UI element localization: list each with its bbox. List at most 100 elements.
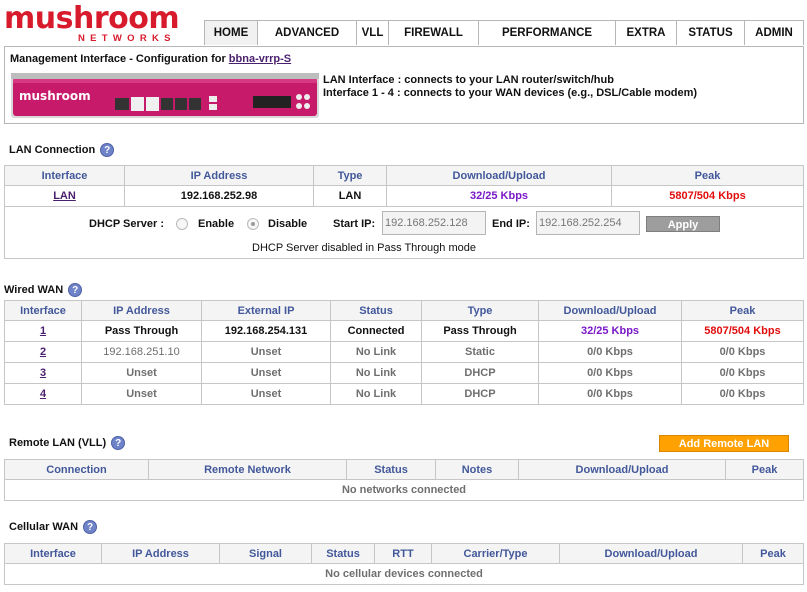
lan-peak-cell: 5807/504 Kbps [611, 185, 804, 207]
wan-external-ip-cell: 192.168.254.131 [201, 320, 331, 342]
wired-wan-table: Interface IP Address External IP Status … [4, 300, 804, 405]
empty-state: No cellular devices connected [4, 563, 804, 585]
wan-interface-link[interactable]: 3 [40, 367, 46, 379]
dhcp-disable-label: Disable [268, 218, 308, 230]
wan-external-ip-cell: Unset [201, 341, 331, 363]
table-row: 1 Pass Through 192.168.254.131 Connected… [4, 320, 804, 342]
table-header-row: Connection Remote Network Status Notes D… [4, 459, 804, 480]
remote-lan-heading: Remote LAN (VLL) ? [9, 436, 126, 450]
wan-interface-cell: 1 [4, 320, 82, 342]
wan-peak-cell: 5807/504 Kbps [681, 320, 804, 342]
col-ip-address: IP Address [101, 543, 220, 564]
col-type: Type [313, 165, 387, 186]
table-header-row: Interface IP Address Signal Status RTT C… [4, 543, 804, 564]
lan-connection-title: LAN Connection [9, 144, 96, 156]
col-download-upload: Download/Upload [386, 165, 612, 186]
remote-lan-title: Remote LAN (VLL) [9, 437, 107, 449]
lan-interface-desc: LAN Interface : connects to your LAN rou… [323, 74, 614, 86]
help-icon[interactable]: ? [111, 436, 126, 450]
wan-ip-cell: Unset [81, 383, 202, 405]
management-panel: Management Interface - Configuration for… [4, 46, 804, 124]
apply-button[interactable]: Apply [646, 216, 720, 232]
device-name-link[interactable]: bbna-vrrp-S [229, 53, 291, 65]
col-connection: Connection [4, 459, 149, 480]
main-nav: HOME ADVANCED VLL FIREWALL PERFORMANCE E… [204, 20, 804, 45]
dhcp-status-note: DHCP Server disabled in Pass Through mod… [252, 242, 476, 254]
start-ip-label: Start IP: [333, 218, 376, 230]
col-remote-network: Remote Network [148, 459, 347, 480]
col-download-upload: Download/Upload [559, 543, 743, 564]
dhcp-disable-radio[interactable] [247, 218, 259, 230]
col-status: Status [346, 459, 436, 480]
end-ip-input[interactable] [536, 211, 640, 235]
wan-interface-cell: 2 [4, 341, 82, 363]
wan-ip-cell: Pass Through [81, 320, 202, 342]
dhcp-enable-radio[interactable] [176, 218, 188, 230]
wan-peak-cell: 0/0 Kbps [681, 362, 804, 384]
table-header-row: Interface IP Address Type Download/Uploa… [4, 165, 804, 186]
start-ip-input[interactable] [382, 211, 486, 235]
cellular-wan-heading: Cellular WAN ? [9, 520, 98, 534]
help-icon[interactable]: ? [68, 283, 83, 297]
wan-external-ip-cell: Unset [201, 362, 331, 384]
wan-interface-link[interactable]: 4 [40, 388, 46, 400]
lan-ip-cell: 192.168.252.98 [124, 185, 314, 207]
table-row: No cellular devices connected [4, 563, 804, 585]
col-download-upload: Download/Upload [538, 300, 682, 321]
wan-ip-cell: Unset [81, 362, 202, 384]
help-icon[interactable]: ? [83, 520, 98, 534]
wan-throughput-cell: 0/0 Kbps [538, 341, 682, 363]
tab-extra[interactable]: EXTRA [616, 21, 677, 45]
wan-status-cell: No Link [330, 341, 422, 363]
device-front-panel-image: mushroom [11, 73, 319, 118]
col-carrier-type: Carrier/Type [431, 543, 560, 564]
tab-home[interactable]: HOME [205, 21, 258, 45]
logo-wordmark: mushroom [4, 1, 180, 36]
wan-peak-cell: 0/0 Kbps [681, 341, 804, 363]
col-ip-address: IP Address [124, 165, 314, 186]
wired-wan-heading: Wired WAN ? [4, 283, 83, 297]
col-rtt: RTT [374, 543, 432, 564]
tab-advanced[interactable]: ADVANCED [258, 21, 357, 45]
tab-admin[interactable]: ADMIN [745, 21, 803, 45]
dhcp-enable-label: Enable [198, 218, 235, 230]
col-peak: Peak [611, 165, 804, 186]
dhcp-server-label: DHCP Server : [89, 218, 164, 230]
lan-table: Interface IP Address Type Download/Uploa… [4, 165, 804, 207]
col-external-ip: External IP [201, 300, 331, 321]
interface-descriptions: LAN Interface : connects to your LAN rou… [323, 74, 697, 100]
help-icon[interactable]: ? [100, 143, 115, 157]
wan-interface-cell: 4 [4, 383, 82, 405]
col-ip-address: IP Address [81, 300, 202, 321]
end-ip-label: End IP: [492, 218, 530, 230]
cellular-wan-table: Interface IP Address Signal Status RTT C… [4, 543, 804, 585]
col-type: Type [421, 300, 539, 321]
col-interface: Interface [4, 300, 82, 321]
wan-throughput-cell: 0/0 Kbps [538, 383, 682, 405]
table-row: 2 192.168.251.10 Unset No Link Static 0/… [4, 341, 804, 363]
col-status: Status [311, 543, 375, 564]
table-row: 4 Unset Unset No Link DHCP 0/0 Kbps 0/0 … [4, 383, 804, 405]
tab-status[interactable]: STATUS [677, 21, 745, 45]
col-peak: Peak [681, 300, 804, 321]
col-notes: Notes [435, 459, 519, 480]
device-brand-text: mushroom [19, 89, 91, 103]
wan-type-cell: DHCP [421, 383, 539, 405]
wan-interface-link[interactable]: 1 [40, 325, 46, 337]
tab-vll[interactable]: VLL [357, 21, 389, 45]
wan-interface-link[interactable]: 2 [40, 346, 46, 358]
lan-throughput-cell: 32/25 Kbps [386, 185, 612, 207]
table-row: No networks connected [4, 479, 804, 501]
logo-subtitle: NETWORKS [78, 33, 176, 44]
cellular-wan-title: Cellular WAN [9, 521, 79, 533]
wan-throughput-cell: 32/25 Kbps [538, 320, 682, 342]
tab-firewall[interactable]: FIREWALL [389, 21, 479, 45]
tab-performance[interactable]: PERFORMANCE [479, 21, 616, 45]
col-status: Status [330, 300, 422, 321]
wan-type-cell: DHCP [421, 362, 539, 384]
dhcp-settings-panel: DHCP Server : Enable Disable Start IP: E… [4, 207, 804, 259]
wired-wan-title: Wired WAN [4, 284, 64, 296]
table-row: LAN 192.168.252.98 LAN 32/25 Kbps 5807/5… [4, 185, 804, 207]
lan-interface-link[interactable]: LAN [53, 190, 76, 202]
add-remote-lan-button[interactable]: Add Remote LAN [659, 435, 789, 452]
